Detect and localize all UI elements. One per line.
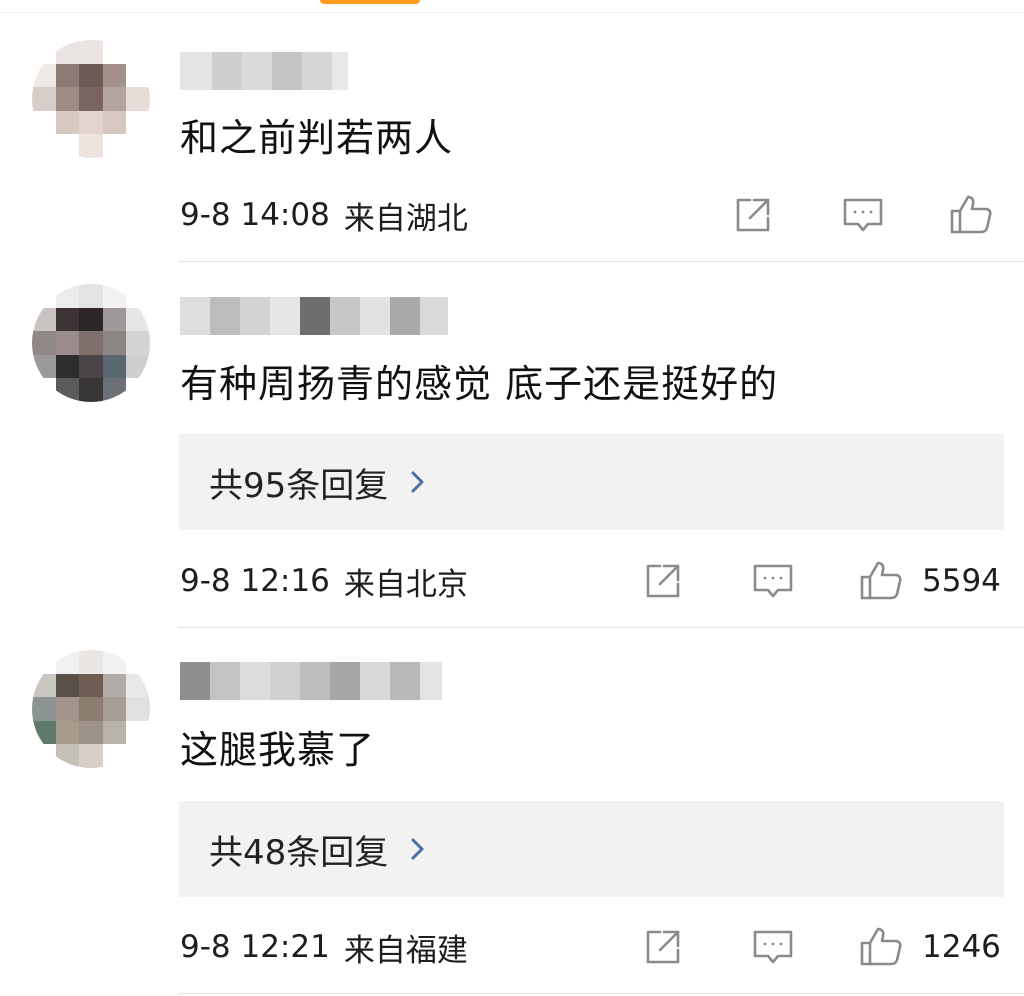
comment-button[interactable] (750, 922, 796, 972)
view-replies-button[interactable]: 共48条回复 (179, 801, 1004, 897)
avatar[interactable] (32, 650, 150, 768)
comment-time: 9-8 14:08 (180, 197, 330, 233)
comment-text: 这腿我慕了 (180, 728, 376, 772)
like-button[interactable]: 1246 (858, 922, 1001, 972)
divider (178, 993, 1024, 994)
comment-meta: 9-8 14:08 来自湖北 (180, 190, 1004, 240)
username-blurred[interactable] (180, 662, 442, 700)
like-button[interactable]: 5594 (858, 556, 1001, 606)
comment-button[interactable] (750, 556, 796, 606)
like-count: 5594 (922, 563, 1001, 599)
comment-time: 9-8 12:21 (180, 929, 330, 965)
comment-location: 来自福建 (343, 932, 468, 969)
username-blurred[interactable] (180, 297, 448, 335)
comment-icon (753, 564, 793, 598)
share-button[interactable] (640, 922, 686, 972)
comment-meta: 9-8 12:21 来自福建 1246 (180, 922, 1004, 972)
divider (178, 261, 1024, 262)
divider (178, 627, 1024, 628)
comment-icon (843, 198, 883, 232)
replies-count-label: 共48条回复 (209, 832, 389, 873)
comment-meta: 9-8 12:16 来自北京 5594 (180, 556, 1004, 606)
like-count: 1246 (922, 929, 1001, 965)
thumbs-up-icon (950, 195, 992, 234)
active-tab-indicator (320, 0, 420, 4)
thumbs-up-icon (860, 927, 902, 966)
chevron-right-icon (411, 471, 424, 493)
share-icon (736, 198, 770, 232)
comment-time: 9-8 12:16 (180, 563, 330, 599)
avatar[interactable] (32, 284, 150, 402)
comment-icon (753, 930, 793, 964)
comment-button[interactable] (840, 190, 886, 240)
comment-text: 和之前判若两人 (180, 116, 454, 160)
top-divider (0, 12, 1024, 13)
view-replies-button[interactable]: 共95条回复 (179, 434, 1004, 530)
comment-location: 来自北京 (343, 566, 468, 603)
share-icon (646, 564, 680, 598)
comment-location: 来自湖北 (343, 200, 468, 237)
username-blurred[interactable] (180, 52, 348, 90)
chevron-right-icon (411, 838, 424, 860)
comment-text: 有种周扬青的感觉 底子还是挺好的 (180, 362, 779, 406)
avatar[interactable] (32, 40, 150, 158)
thumbs-up-icon (860, 561, 902, 600)
like-button[interactable] (948, 190, 1012, 240)
share-button[interactable] (730, 190, 776, 240)
replies-count-label: 共95条回复 (209, 465, 389, 506)
share-button[interactable] (640, 556, 686, 606)
share-icon (646, 930, 680, 964)
